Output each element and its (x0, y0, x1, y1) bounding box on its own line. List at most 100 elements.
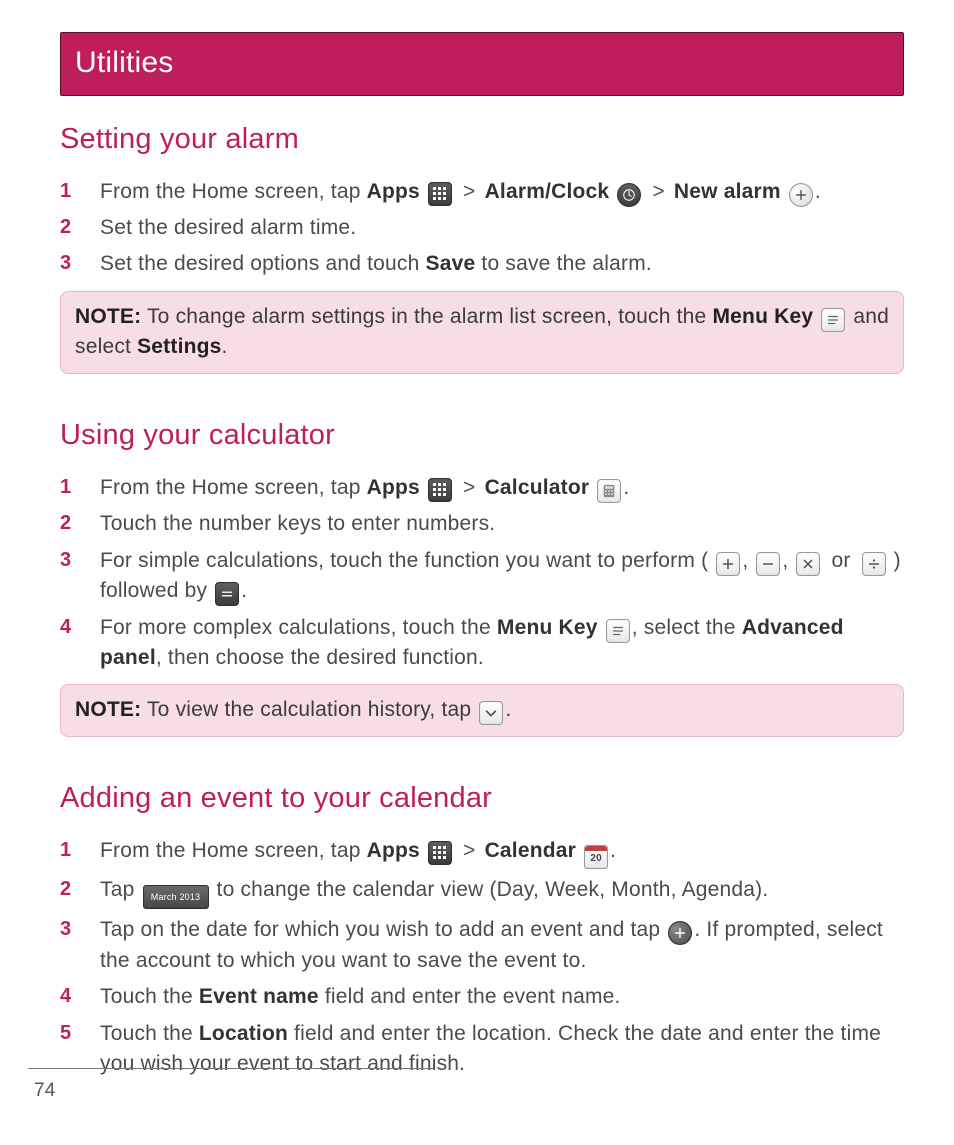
text: From the Home screen, tap (100, 180, 367, 203)
text: , select the (632, 616, 742, 639)
or-text: or (825, 549, 856, 572)
dot: . (505, 698, 511, 721)
step: 3 For simple calculations, touch the fun… (60, 543, 904, 610)
month-dropdown-icon: March 2013 (143, 885, 209, 909)
steps-calculator: 1 From the Home screen, tap Apps > Calcu… (60, 470, 904, 677)
comma: , (782, 549, 794, 572)
dot: . (815, 180, 821, 203)
label-location: Location (199, 1022, 288, 1045)
note-calculator: NOTE: To view the calculation history, t… (60, 684, 904, 736)
separator: > (463, 476, 475, 499)
step-number: 1 (60, 836, 82, 869)
text: field and enter the event name. (319, 985, 621, 1008)
text: From the Home screen, tap (100, 839, 367, 862)
steps-calendar: 1 From the Home screen, tap Apps > Calen… (60, 833, 904, 1083)
note-label: NOTE: (75, 698, 141, 721)
step-number: 4 (60, 613, 82, 674)
step-text: Touch the Location field and enter the l… (100, 1019, 904, 1080)
dot: . (623, 476, 629, 499)
step-number: 3 (60, 546, 82, 607)
heading-calculator: Using your calculator (60, 414, 904, 456)
dot: . (610, 839, 616, 862)
label-apps: Apps (367, 839, 420, 862)
step-text: Tap on the date for which you wish to ad… (100, 915, 904, 976)
banner-title: Utilities (75, 46, 173, 79)
heading-alarm: Setting your alarm (60, 118, 904, 160)
step: 2 Set the desired alarm time. (60, 210, 904, 246)
label-settings: Settings (137, 335, 221, 358)
step-number: 2 (60, 213, 82, 243)
label-menu-key: Menu Key (497, 616, 598, 639)
step-text: From the Home screen, tap Apps > Calenda… (100, 836, 904, 869)
text: From the Home screen, tap (100, 476, 367, 499)
step: 2 Touch the number keys to enter numbers… (60, 506, 904, 542)
step-number: 2 (60, 509, 82, 539)
note-alarm: NOTE: To change alarm settings in the al… (60, 291, 904, 374)
heading-calendar: Adding an event to your calendar (60, 777, 904, 819)
step-text: Set the desired options and touch Save t… (100, 249, 904, 279)
apps-icon (428, 478, 452, 502)
menu-key-icon (821, 308, 845, 332)
plus-key-icon (716, 552, 740, 576)
separator: > (652, 180, 664, 203)
text: , then choose the desired function. (156, 646, 484, 669)
calculator-icon (597, 479, 621, 503)
text: To change alarm settings in the alarm li… (141, 305, 712, 328)
separator: > (463, 839, 475, 862)
apps-icon (428, 182, 452, 206)
step-number: 2 (60, 875, 82, 910)
label-menu-key: Menu Key (712, 305, 813, 328)
label-apps: Apps (367, 180, 420, 203)
step-number: 1 (60, 177, 82, 207)
step: 4 For more complex calculations, touch t… (60, 610, 904, 677)
step-text: Touch the number keys to enter numbers. (100, 509, 904, 539)
plus-icon (789, 183, 813, 207)
apps-icon (428, 841, 452, 865)
step-text: Touch the Event name field and enter the… (100, 982, 904, 1012)
step-text: For more complex calculations, touch the… (100, 613, 904, 674)
equals-key-icon (215, 582, 239, 606)
step-number: 4 (60, 982, 82, 1012)
label-alarm-clock: Alarm/Clock (485, 180, 610, 203)
step-text: From the Home screen, tap Apps > Calcula… (100, 473, 904, 503)
dot: . (241, 579, 247, 602)
text: Touch the (100, 1022, 199, 1045)
clock-icon (617, 183, 641, 207)
text: For more complex calculations, touch the (100, 616, 497, 639)
step-text: Tap March 2013 to change the calendar vi… (100, 875, 904, 910)
step: 2 Tap March 2013 to change the calendar … (60, 872, 904, 913)
label-save: Save (426, 252, 476, 275)
step-text: For simple calculations, touch the funct… (100, 546, 904, 607)
step-text: From the Home screen, tap Apps > Alarm/C… (100, 177, 904, 207)
step-number: 3 (60, 249, 82, 279)
step: 3 Tap on the date for which you wish to … (60, 912, 904, 979)
label-calendar: Calendar (485, 839, 576, 862)
step: 3 Set the desired options and touch Save… (60, 246, 904, 282)
multiply-key-icon (796, 552, 820, 576)
label-event-name: Event name (199, 985, 319, 1008)
page-footer: 74 (34, 1077, 56, 1105)
calendar-icon: 20 (584, 845, 608, 869)
note-label: NOTE: (75, 305, 141, 328)
add-event-icon (668, 921, 692, 945)
page-number: 74 (34, 1077, 56, 1105)
dot: . (222, 335, 228, 358)
comma: , (742, 549, 754, 572)
text: Set the desired options and touch (100, 252, 426, 275)
step-number: 5 (60, 1019, 82, 1080)
footer-rule (28, 1068, 434, 1069)
steps-alarm: 1 From the Home screen, tap Apps > Alarm… (60, 174, 904, 283)
menu-key-icon (606, 619, 630, 643)
step: 1 From the Home screen, tap Apps > Calcu… (60, 470, 904, 506)
step: 1 From the Home screen, tap Apps > Calen… (60, 833, 904, 872)
step: 4 Touch the Event name field and enter t… (60, 979, 904, 1015)
step-number: 3 (60, 915, 82, 976)
text: For simple calculations, touch the funct… (100, 549, 714, 572)
label-apps: Apps (367, 476, 420, 499)
label-new-alarm: New alarm (674, 180, 781, 203)
text: To view the calculation history, tap (141, 698, 477, 721)
step-text: Set the desired alarm time. (100, 213, 904, 243)
section-banner: Utilities (60, 32, 904, 96)
chevron-down-icon (479, 701, 503, 725)
text: to change the calendar view (Day, Week, … (211, 878, 769, 901)
